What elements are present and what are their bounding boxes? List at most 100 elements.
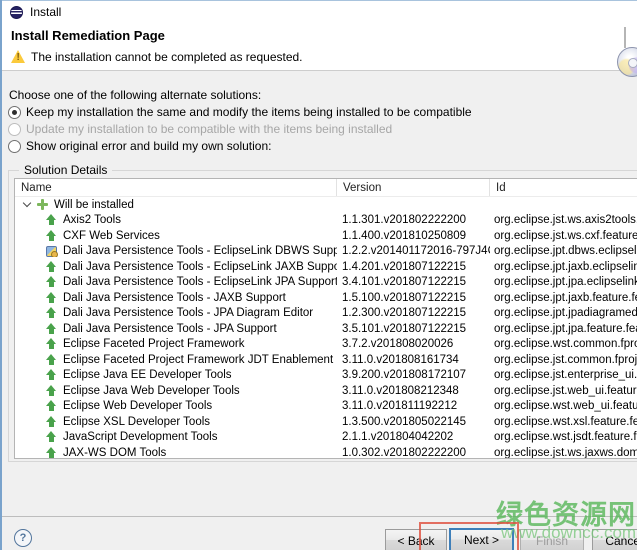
table-row[interactable]: Dali Java Persistence Tools - EclipseLin…	[15, 259, 637, 275]
radio-button-icon[interactable]	[8, 140, 21, 153]
radio-keep-installation[interactable]: Keep my installation the same and modify…	[8, 104, 472, 120]
table-row[interactable]: Eclipse Java Web Developer Tools 3.11.0.v…	[15, 383, 637, 399]
feature-id: org.eclipse.jst.ws.axis2tools.fea	[490, 214, 637, 226]
feature-id: org.eclipse.jpt.dbws.eclipselink.	[490, 245, 637, 257]
install-arrow-icon	[46, 292, 57, 304]
feature-name: CXF Web Services	[63, 230, 160, 242]
table-row[interactable]: Eclipse Java EE Developer Tools 3.9.200.v…	[15, 368, 637, 384]
plus-icon	[37, 199, 48, 210]
feature-name: Eclipse Java Web Developer Tools	[63, 385, 240, 397]
feature-name: Eclipse Java EE Developer Tools	[63, 369, 232, 381]
table-row[interactable]: Eclipse XSL Developer Tools1.3.500.v2018…	[15, 414, 637, 430]
solutions-prompt: Choose one of the following alternate so…	[9, 88, 261, 102]
eclipse-app-icon	[10, 6, 23, 19]
feature-id: org.eclipse.jst.enterprise_ui.feat	[490, 369, 637, 381]
page-title: Install Remediation Page	[11, 28, 165, 43]
feature-id: org.eclipse.jst.common.fproj.en	[490, 354, 637, 366]
feature-id: org.eclipse.jpt.jpa.feature.featu.	[490, 323, 637, 335]
solution-details-title: Solution Details	[19, 163, 112, 177]
install-arrow-icon	[46, 447, 57, 458]
table-row[interactable]: JAX-WS DOM Tools 1.0.302.v201802222200org…	[15, 445, 637, 458]
feature-version: 3.7.2.v201808020026	[337, 338, 490, 350]
feature-id: org.eclipse.jst.ws.jaxws.dom.fea	[490, 447, 637, 458]
watermark-url: www.downcc.com	[501, 523, 636, 543]
table-row[interactable]: Axis2 Tools1.1.301.v201802222200org.ecli…	[15, 213, 637, 229]
titlebar[interactable]: Install	[2, 0, 637, 24]
install-arrow-icon	[46, 416, 57, 428]
chevron-down-icon[interactable]	[23, 199, 31, 207]
install-arrow-icon	[46, 230, 57, 242]
table-row[interactable]: Dali Java Persistence Tools - EclipseLin…	[15, 244, 637, 260]
radio-label: Update my installation to be compatible …	[26, 122, 392, 136]
column-header-id[interactable]: Id	[490, 179, 637, 196]
window-left-border	[0, 0, 2, 550]
feature-id: org.eclipse.wst.jsdt.feature.feat.	[490, 431, 637, 443]
table-row[interactable]: Dali Java Persistence Tools - JPA Suppor…	[15, 321, 637, 337]
warning-icon	[11, 50, 26, 63]
feature-version: 3.11.0.v201808212348	[337, 385, 490, 397]
feature-version: 3.9.200.v201808172107	[337, 369, 490, 381]
install-arrow-icon	[46, 214, 57, 226]
solution-details-table[interactable]: Name Version Id Will be installed Axis2 …	[14, 178, 637, 459]
wizard-banner-wand	[624, 27, 626, 48]
install-arrow-icon	[46, 323, 57, 335]
table-row[interactable]: JavaScript Development Tools2.1.1.v20180…	[15, 430, 637, 446]
feature-version: 1.1.400.v201810250809	[337, 230, 490, 242]
feature-id: org.eclipse.jst.web_ui.feature.fe.	[490, 385, 637, 397]
feature-name: Dali Java Persistence Tools - EclipseLin…	[63, 245, 337, 257]
feature-id: org.eclipse.wst.web_ui.feature.f.	[490, 400, 637, 412]
feature-name: Eclipse XSL Developer Tools	[63, 416, 210, 428]
install-arrow-icon	[46, 261, 57, 273]
table-row[interactable]: Eclipse Faceted Project Framework3.7.2.v…	[15, 337, 637, 353]
feature-version: 1.2.2.v201401172016-797J4CcN...	[337, 245, 490, 257]
feature-version: 1.2.300.v201807122215	[337, 307, 490, 319]
radio-show-original-error[interactable]: Show original error and build my own sol…	[8, 138, 271, 154]
radio-button-icon	[8, 123, 21, 136]
radio-label[interactable]: Show original error and build my own sol…	[26, 139, 271, 153]
window-top-border	[0, 0, 637, 1]
feature-name: Dali Java Persistence Tools - EclipseLin…	[63, 276, 337, 288]
radio-button-icon[interactable]	[8, 106, 21, 119]
radio-label[interactable]: Keep my installation the same and modify…	[26, 105, 472, 119]
feature-version: 1.4.201.v201807122215	[337, 261, 490, 273]
feature-id: org.eclipse.wst.common.fproj.f..	[490, 338, 637, 350]
install-arrow-icon	[46, 369, 57, 381]
feature-version: 1.0.302.v201802222200	[337, 447, 490, 458]
table-header: Name Version Id	[15, 179, 637, 197]
install-arrow-icon	[46, 354, 57, 366]
table-row[interactable]: Eclipse Faceted Project Framework JDT En…	[15, 352, 637, 368]
table-row[interactable]: Dali Java Persistence Tools - JPA Diagra…	[15, 306, 637, 322]
install-arrow-icon	[46, 431, 57, 443]
install-arrow-icon	[46, 385, 57, 397]
feature-version: 3.4.101.v201807122215	[337, 276, 490, 288]
feature-id: org.eclipse.wst.xsl.feature.featu.	[490, 416, 637, 428]
table-body: Will be installed Axis2 Tools1.1.301.v20…	[15, 197, 637, 458]
install-arrow-icon	[46, 276, 57, 288]
tree-root-label: Will be installed	[54, 199, 134, 211]
install-disc-icon	[617, 47, 637, 77]
radio-update-installation: Update my installation to be compatible …	[8, 121, 392, 137]
table-row[interactable]: Dali Java Persistence Tools - JAXB Suppo…	[15, 290, 637, 306]
table-row[interactable]: Dali Java Persistence Tools - EclipseLin…	[15, 275, 637, 291]
feature-name: Dali Java Persistence Tools - EclipseLin…	[63, 261, 337, 273]
feature-version: 3.11.0.v201808161734	[337, 354, 490, 366]
feature-version: 3.11.0.v201811192212	[337, 400, 490, 412]
column-header-name[interactable]: Name	[15, 179, 337, 196]
feature-id: org.eclipse.jpt.jpadiagramedito	[490, 307, 637, 319]
help-button[interactable]: ?	[14, 529, 32, 547]
feature-version: 1.1.301.v201802222200	[337, 214, 490, 226]
feature-name: Dali Java Persistence Tools - JPA Suppor…	[63, 323, 277, 335]
feature-id: org.eclipse.jpt.jaxb.eclipselink.f.	[490, 261, 637, 273]
header-message: The installation cannot be completed as …	[31, 50, 303, 64]
table-row[interactable]: CXF Web Services1.1.400.v201810250809org…	[15, 228, 637, 244]
wizard-header: Install Remediation Page The installatio…	[2, 24, 637, 71]
feature-name: JAX-WS DOM Tools	[63, 447, 166, 458]
red-annotation-box	[419, 522, 519, 550]
column-header-version[interactable]: Version	[337, 179, 490, 196]
install-arrow-icon	[46, 338, 57, 350]
install-dialog: Install Install Remediation Page The ins…	[0, 0, 637, 550]
table-row[interactable]: Eclipse Web Developer Tools3.11.0.v20181…	[15, 399, 637, 415]
feature-name: Dali Java Persistence Tools - JPA Diagra…	[63, 307, 313, 319]
feature-name: JavaScript Development Tools	[63, 431, 217, 443]
tree-root-row[interactable]: Will be installed	[15, 197, 637, 213]
